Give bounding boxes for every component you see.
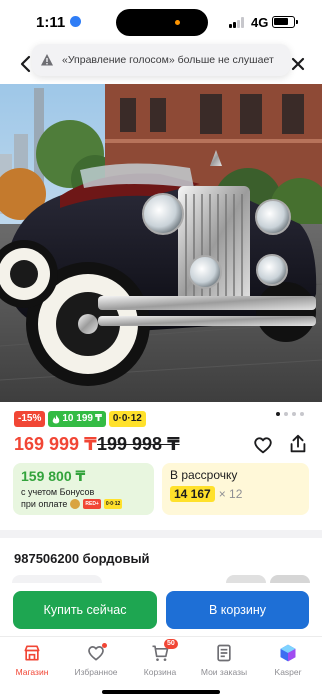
shop-icon bbox=[24, 645, 40, 661]
tab-cart[interactable]: 50 Корзина bbox=[128, 639, 192, 677]
heart-icon bbox=[254, 437, 272, 454]
status-bar: 1:11 4G bbox=[0, 0, 322, 42]
flame-icon bbox=[53, 414, 60, 423]
buy-now-button[interactable]: Купить сейчас bbox=[13, 591, 157, 629]
gold-icon bbox=[70, 499, 81, 509]
tab-orders[interactable]: Мои заказы bbox=[192, 643, 256, 677]
voice-control-toast[interactable]: «Управление голосом» больше не слушает bbox=[32, 44, 290, 76]
dynamic-island bbox=[116, 9, 208, 36]
warning-icon bbox=[41, 54, 53, 66]
orders-icon bbox=[217, 644, 231, 662]
network-type: 4G bbox=[251, 15, 269, 30]
tab-label: Мои заказы bbox=[200, 667, 248, 677]
tab-kasper[interactable]: Kasper bbox=[256, 643, 320, 677]
installment-badge: 0·0·12 bbox=[108, 411, 146, 427]
cart-count-badge: 50 bbox=[164, 639, 178, 649]
signal-icon bbox=[229, 17, 246, 28]
kasper-icon bbox=[280, 644, 296, 662]
add-to-cart-button[interactable]: В корзину bbox=[166, 591, 309, 629]
installment-amount: 14 167 bbox=[170, 486, 215, 502]
bonus-badge-currency: ₸ bbox=[94, 413, 102, 424]
installment-card[interactable]: В рассрочку 14 167 × 12 bbox=[162, 463, 309, 515]
bonus-badge-value: 10 199 bbox=[62, 413, 93, 424]
product-image[interactable] bbox=[0, 84, 322, 402]
share-icon bbox=[290, 434, 306, 453]
gallery-dot[interactable] bbox=[284, 412, 288, 416]
tab-label: Магазин bbox=[15, 667, 49, 677]
product-title: 987506200 бордовый bbox=[14, 551, 150, 566]
bonus-badge: 10 199 ₸ bbox=[48, 411, 106, 427]
tab-label: Избранное bbox=[74, 667, 118, 677]
installment-row: 14 167 × 12 bbox=[170, 486, 301, 502]
section-divider bbox=[0, 530, 322, 538]
installment-title: В рассрочку bbox=[170, 468, 238, 482]
installment-term: × 12 bbox=[218, 487, 243, 501]
discount-badge: -15% bbox=[14, 411, 46, 427]
status-time: 1:11 bbox=[36, 14, 66, 31]
gallery-dot[interactable] bbox=[276, 412, 280, 416]
home-indicator bbox=[102, 690, 220, 694]
tab-favorites[interactable]: Избранное bbox=[64, 643, 128, 677]
privacy-dot-icon bbox=[175, 20, 180, 25]
bonus-price: 159 800 ₸ bbox=[21, 468, 86, 484]
red-icon: RED+ bbox=[83, 499, 101, 509]
voice-control-indicator-icon bbox=[70, 16, 81, 27]
gallery-dot[interactable] bbox=[292, 412, 296, 416]
gallery-dot[interactable] bbox=[300, 412, 304, 416]
notification-dot bbox=[102, 643, 107, 648]
pay-method-row: при оплате RED+ 0·0·12 bbox=[21, 499, 146, 509]
gallery-pagination[interactable] bbox=[276, 412, 304, 416]
favorite-button[interactable] bbox=[252, 434, 274, 456]
share-button[interactable] bbox=[287, 433, 309, 455]
old-price: 199 998 ₸ bbox=[97, 434, 180, 454]
bonus-caption: с учетом Бонусов bbox=[21, 487, 95, 497]
pay-label: при оплате bbox=[21, 499, 68, 509]
battery-tip bbox=[296, 20, 298, 24]
tab-shop[interactable]: Магазин bbox=[0, 643, 64, 677]
yellow-icon: 0·0·12 bbox=[103, 499, 123, 509]
current-price: 169 999 ₸ bbox=[14, 434, 97, 454]
tab-label: Корзина bbox=[143, 667, 177, 677]
battery-icon bbox=[272, 16, 295, 28]
bonus-price-card[interactable]: 159 800 ₸ с учетом Бонусов при оплате RE… bbox=[13, 463, 154, 515]
tab-label: Kasper bbox=[274, 667, 302, 677]
toast-message: «Управление голосом» больше не слушает bbox=[62, 54, 274, 66]
product-badges: -15% 10 199 ₸ 0·0·12 bbox=[14, 411, 146, 427]
